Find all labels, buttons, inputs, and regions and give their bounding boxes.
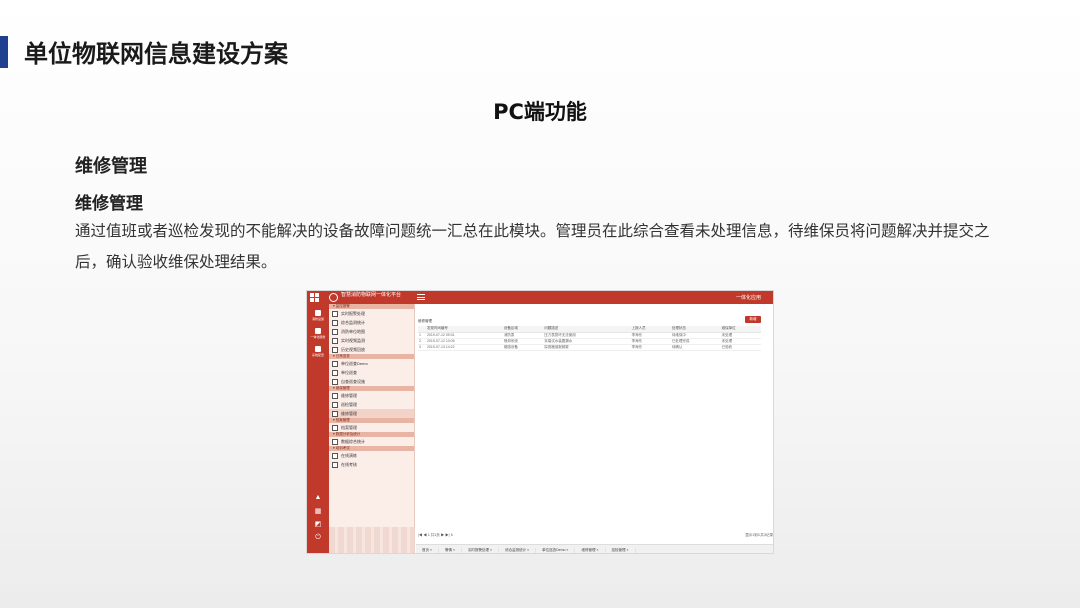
tab-item[interactable]: 首页 × [416,547,440,553]
add-button[interactable]: 新增 [745,316,761,323]
config-icon [315,346,321,352]
sidebar-item-label: 消防单位地图 [341,329,365,334]
sidebar-item-label: 自查巡查设施 [341,379,365,384]
sidebar-item[interactable]: 消防单位地图 [329,327,414,336]
sidebar-item-label: 在线演练 [341,453,357,458]
sidebar-item[interactable]: 维修管理 [329,409,414,418]
layers-icon[interactable]: ◩ [314,521,322,528]
pagination-controls[interactable]: |◀ ◀ 1 共1页 ▶ ▶| ↻ [418,533,453,538]
doc-icon [332,438,338,445]
app-name: 智慧消防物联网一体化平台 [341,292,402,298]
app-screenshot: 智慧消防物联网一体化平台 一体化应用 消防设施 一体化服务 系统配置 ▲ ▦ ◩… [306,290,774,554]
sidebar-item[interactable]: 档案管理 [329,423,414,432]
table-cell: 探测器误报频繁 [543,344,631,351]
tab-item[interactable]: 实时报警处理 × [462,547,500,553]
power-icon[interactable]: ⏻ [314,534,322,541]
doc-icon [332,452,338,459]
sidebar-item[interactable]: 实时视频监测 [329,336,414,345]
doc-icon [332,392,338,399]
table-cell: 已验收 [720,344,761,351]
sidebar-item[interactable]: 维修管理 [329,391,414,400]
hamburger-menu-icon[interactable] [417,294,425,300]
sidebar-item-label: 实时报警处理 [341,311,365,316]
doc-icon [332,369,338,376]
tab-item[interactable]: 维修管理 × [575,547,606,553]
doc-icon [332,461,338,468]
tab-item[interactable]: 综合监测统计 × [499,547,537,553]
fire-icon [315,310,321,316]
table-cell: 3 [418,344,426,351]
app-main: 维修管理 新增 发现时间编号 设备区域 问题描述 上报人员 处理状态 维保单位 1 2019… [416,304,773,553]
doc-icon [332,319,338,326]
slide-subtitle: PC端功能 [493,100,587,124]
sidebar-item[interactable]: 自查巡查设施 [329,377,414,386]
apps-grid-icon[interactable]: ▦ [314,508,322,515]
rail-item-service[interactable]: 一体化服务 [307,328,329,339]
tab-item[interactable]: 单位巡查Demo × [536,547,576,553]
tab-item[interactable]: 警情 × [439,547,463,553]
sidebar-item[interactable]: 单位巡查Demo [329,359,414,368]
breadcrumb: 维修管理 [418,319,432,323]
doc-icon [332,378,338,385]
sidebar-item[interactable]: 在线考核 [329,460,414,469]
doc-icon [332,360,338,367]
sidebar-item-label: 综合监测统计 [341,320,365,325]
top-right-link[interactable]: 一体化应用 [736,294,761,301]
doc-icon [332,337,338,344]
grid-logo-icon[interactable] [310,293,319,302]
sidebar-item-label: 在线考核 [341,462,357,467]
section-heading: 维修管理 [75,156,147,177]
table-cell: 2019-07-13 14:22 [425,344,503,351]
sidebar-item-label: 维修管理 [341,411,357,416]
table-row[interactable]: 3 2019-07-13 14:22 烟感设备 探测器误报频繁 李海东 待确认 已验收 [418,344,761,351]
sidebar-item[interactable]: 单位巡查 [329,368,414,377]
skyline-decoration [329,527,415,553]
doc-icon [332,328,338,335]
description-text: 通过值班或者巡检发现的不能解决的设备故障问题统一汇总在此模块。管理员在此综合查看… [75,222,990,271]
slide-title: 单位物联网信息建设方案 [24,40,288,68]
doc-icon [332,401,338,408]
app-sidebar: ▾ 监控报警 实时报警处理 综合监测统计 消防单位地图 实时视频监测 历史视频回放 ▾ 日常… [329,304,415,553]
rail-item-config[interactable]: 系统配置 [307,346,329,357]
sidebar-item[interactable]: 历史视频回放 [329,345,414,354]
brand-logo-icon [329,293,338,302]
sidebar-item-label: 单位巡查 [341,370,357,375]
rail-item-facilities[interactable]: 消防设施 [307,310,329,321]
doc-icon [332,310,338,317]
left-rail: 消防设施 一体化服务 系统配置 ▲ ▦ ◩ ⏻ [307,304,329,553]
sidebar-item[interactable]: 实时报警处理 [329,309,414,318]
sidebar-item-label: 档案管理 [341,425,357,430]
doc-icon [332,346,338,353]
sidebar-item[interactable]: 巡检管理 [329,400,414,409]
sidebar-item[interactable]: 在线演练 [329,451,414,460]
tab-bar: 首页 × 警情 × 实时报警处理 × 综合监测统计 × 单位巡查Demo × 维修管理 ×… [416,544,773,553]
sidebar-list: ▾ 监控报警 实时报警处理 综合监测统计 消防单位地图 实时视频监测 历史视频回放 ▾ 日常… [329,304,414,469]
sub-heading: 维修管理 [75,194,143,214]
warning-icon[interactable]: ▲ [314,494,322,501]
service-icon [315,328,321,334]
table-cell: 待确认 [670,344,721,351]
sidebar-item-label: 历史视频回放 [341,347,365,352]
doc-icon [332,424,338,431]
sidebar-item-label: 巡检管理 [341,402,357,407]
sidebar-item-label: 实时视频监测 [341,338,365,343]
tab-item[interactable]: 巡检管理 × [606,547,636,553]
repair-table: 发现时间编号 设备区域 问题描述 上报人员 处理状态 维保单位 1 2019-07-12 0… [418,326,761,351]
sidebar-item-label: 数据综合统计 [341,439,365,444]
sidebar-item-label: 维修管理 [341,393,357,398]
app-topbar: 智慧消防物联网一体化平台 一体化应用 [307,291,773,304]
title-accent-bar [0,36,8,68]
table-cell: 李海东 [630,344,671,351]
sidebar-item[interactable]: 综合监测统计 [329,318,414,327]
record-count: 显示1到3,共3记录 [745,533,773,537]
doc-icon [332,410,338,417]
table-cell: 烟感设备 [502,344,544,351]
sidebar-item[interactable]: 数据综合统计 [329,437,414,446]
sidebar-item-label: 单位巡查Demo [341,361,368,366]
